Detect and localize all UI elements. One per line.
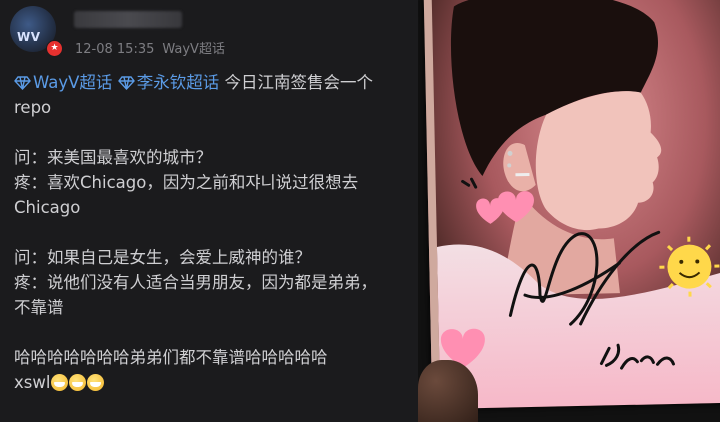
title-text: 今日江南签售会一个 — [224, 73, 373, 92]
post-body: WayV超话 李永钦超话 今日江南签售会一个 repo 问：来美国最喜欢的城市？… — [14, 70, 412, 395]
photocard-artwork — [431, 0, 720, 409]
answer-2-line-1: 疼：说他们没有人适合当男朋友，因为都是弟弟， — [14, 273, 377, 292]
timestamp: 12-08 15:35 — [75, 42, 155, 57]
hand — [418, 360, 478, 422]
diamond-icon — [14, 76, 31, 90]
topic-link-wayv[interactable]: WayV超话 — [14, 73, 112, 92]
grin-emoji-icon — [51, 374, 69, 391]
photocard — [423, 0, 720, 410]
closing-line-1: 哈哈哈哈哈哈哈弟弟们都不靠谱哈哈哈哈哈 — [14, 348, 328, 367]
signed-photocard-image[interactable] — [418, 0, 720, 422]
post-source[interactable]: WayV超话 — [162, 42, 225, 57]
answer-1-line-1: 疼：喜欢Chicago，因为之前和쟈니说过很想去 — [14, 173, 359, 192]
answer-1-line-2: Chicago — [14, 198, 81, 217]
question-2: 问：如果自己是女生，会爱上威神的谁？ — [14, 248, 311, 267]
title-line: WayV超话 李永钦超话 今日江南签售会一个 — [14, 70, 412, 95]
answer-2-line-2: 不靠谱 — [14, 298, 64, 317]
question-1: 问：来美国最喜欢的城市？ — [14, 148, 212, 167]
post-meta: 12-08 15:35 WayV超话 — [75, 38, 225, 57]
grin-emoji-icon — [69, 374, 87, 391]
topic-link-lee-yongqin[interactable]: 李永钦超话 — [117, 73, 219, 92]
avatar-logo: WV — [17, 30, 41, 44]
verified-badge-icon: ★ — [46, 40, 63, 57]
weibo-post: WV ★ 12-08 15:35 WayV超话 WayV超话 李永钦超话 今日江南… — [0, 0, 418, 422]
grin-emoji-icon — [87, 374, 105, 391]
diamond-icon — [117, 76, 135, 90]
title-line-2: repo — [14, 98, 52, 117]
username-blurred[interactable] — [74, 11, 182, 28]
closing-line-2: xswl — [14, 370, 412, 395]
